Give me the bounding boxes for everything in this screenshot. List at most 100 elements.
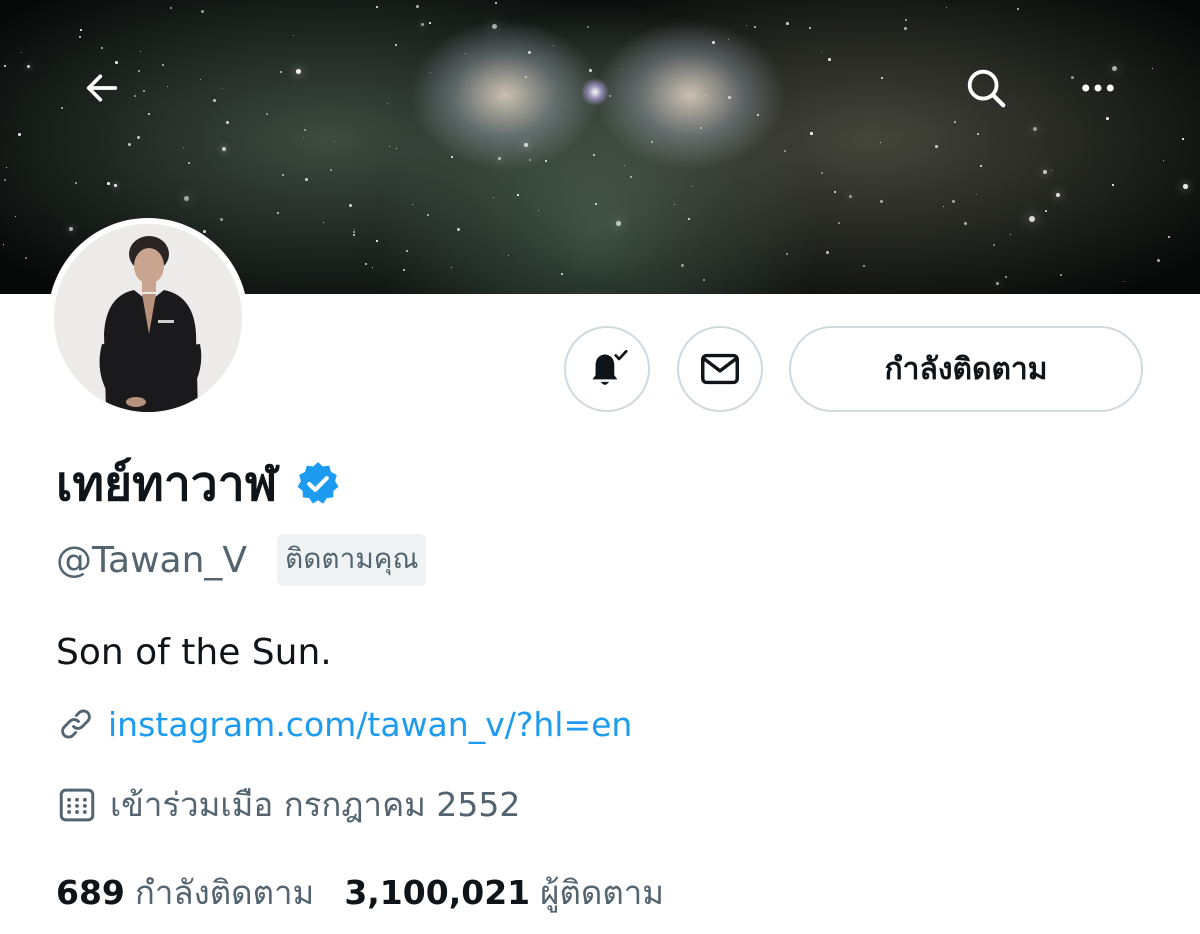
banner-star — [134, 95, 136, 97]
profile-bio: Son of the Sun. — [56, 632, 332, 673]
banner-star — [148, 113, 151, 116]
banner-star — [1152, 68, 1154, 70]
banner-star — [525, 76, 527, 78]
banner-star — [427, 214, 430, 217]
banner-star — [821, 51, 823, 53]
message-button[interactable] — [677, 326, 763, 412]
bell-subscribed-icon — [592, 349, 628, 385]
banner-star — [712, 41, 715, 44]
profile-link-row: instagram.com/tawan_v/?hl=en — [56, 704, 632, 744]
profile-website-link[interactable]: instagram.com/tawan_v/?hl=en — [108, 705, 632, 744]
banner-star — [4, 179, 6, 181]
banner-star — [372, 267, 374, 269]
banner-star — [403, 269, 406, 272]
banner-star — [353, 231, 356, 234]
banner-star — [1033, 127, 1038, 132]
banner-star — [880, 142, 882, 144]
display-name: เทย์ทาวาฬ — [56, 456, 278, 512]
banner-star — [365, 263, 368, 266]
banner-star — [226, 121, 229, 124]
banner-star — [101, 47, 104, 50]
banner-star — [1157, 259, 1160, 262]
banner-star — [21, 52, 22, 53]
banner-star — [1017, 8, 1020, 11]
banner-star — [700, 127, 702, 129]
banner-star — [203, 230, 206, 233]
banner-star — [553, 45, 555, 47]
banner-star — [1183, 184, 1188, 189]
banner-star — [140, 51, 142, 53]
banner-star — [395, 44, 398, 47]
followers-stat[interactable]: 3,100,021 ผู้ติดตาม — [344, 866, 664, 919]
joined-date-row: เข้าร่วมเมือ กรกฎาคม 2552 — [56, 778, 520, 831]
banner-star — [996, 282, 1000, 286]
banner-star — [330, 169, 333, 172]
banner-star — [266, 113, 268, 115]
banner-star — [376, 6, 379, 9]
banner-star — [75, 182, 78, 185]
banner-star — [905, 19, 907, 21]
banner-star — [183, 147, 185, 149]
banner-star — [946, 7, 948, 9]
banner-star — [1112, 184, 1114, 186]
banner-star — [1029, 216, 1035, 222]
profile-avatar[interactable] — [48, 218, 248, 418]
banner-star — [25, 257, 28, 260]
banner-star — [692, 186, 694, 188]
banner-star — [1045, 210, 1047, 212]
banner-star — [849, 195, 853, 199]
banner-star — [826, 251, 829, 254]
banner-star — [1060, 274, 1063, 277]
banner-star — [1043, 170, 1048, 175]
back-button[interactable] — [70, 56, 134, 120]
banner-star — [498, 157, 502, 161]
banner-star — [451, 156, 453, 158]
banner-star — [1123, 281, 1125, 283]
banner-star — [809, 27, 812, 30]
banner-star — [954, 121, 956, 123]
banner-star — [595, 203, 597, 205]
following-stat[interactable]: 689 กำลังติดตาม — [56, 866, 314, 919]
banner-star — [834, 191, 837, 194]
banner-star — [412, 204, 414, 206]
banner-star — [396, 148, 398, 150]
banner-star — [943, 206, 945, 208]
following-button[interactable]: กำลังติดตาม — [789, 326, 1143, 412]
more-options-button[interactable] — [1066, 56, 1130, 120]
banner-star — [964, 222, 967, 225]
following-count: 689 — [56, 873, 125, 912]
notifications-button[interactable] — [564, 326, 650, 412]
banner-star — [1051, 170, 1053, 172]
banner-star — [651, 141, 654, 144]
banner-star — [143, 90, 146, 93]
banner-star — [828, 58, 831, 61]
banner-star — [201, 10, 204, 13]
banner-star — [3, 244, 5, 246]
banner-star — [810, 132, 813, 135]
banner-star — [1005, 276, 1008, 279]
banner-star — [528, 51, 531, 54]
banner-star — [754, 26, 756, 28]
banner-star — [1056, 193, 1060, 197]
banner-star — [980, 165, 982, 167]
avatar-photo — [54, 224, 242, 412]
banner-star — [703, 279, 706, 282]
search-button[interactable] — [954, 56, 1018, 120]
banner-star — [6, 167, 8, 169]
calendar-icon — [59, 788, 95, 821]
banner-star — [904, 27, 907, 30]
banner-star — [1010, 234, 1012, 236]
banner-star — [688, 218, 691, 221]
followers-label: ผู้ติดตาม — [540, 873, 665, 912]
banner-star — [323, 222, 325, 224]
banner-star — [79, 36, 81, 38]
banner-star — [538, 210, 539, 211]
joined-date: เข้าร่วมเมือ กรกฎาคม 2552 — [110, 785, 521, 824]
banner-star — [728, 39, 730, 41]
following-label: กำลังติดตาม — [134, 873, 315, 912]
banner-star — [630, 176, 633, 179]
banner-star — [517, 194, 519, 196]
banner-star — [61, 107, 64, 110]
banner-star — [508, 255, 510, 257]
banner-star — [128, 143, 131, 146]
